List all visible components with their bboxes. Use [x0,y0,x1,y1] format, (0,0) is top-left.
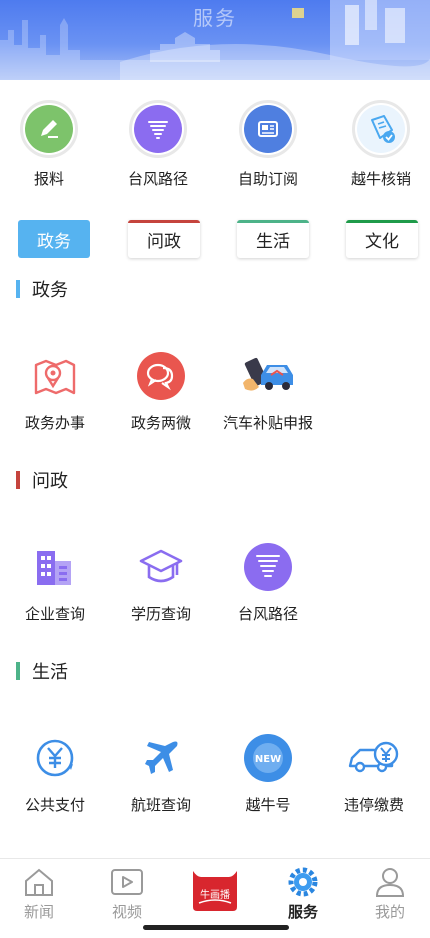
newspaper-icon [258,121,278,137]
user-icon [375,868,405,897]
grid-item-typhoon[interactable]: 台风路径 [213,539,323,624]
nav-item-mine[interactable]: 我的 [347,865,430,922]
grid-item-flight[interactable]: 航班查询 [106,730,216,815]
tab-culture[interactable]: 文化 [346,220,418,258]
grid-item-education[interactable]: 学历查询 [106,539,216,624]
typhoon-icon [244,543,292,591]
section-title-gov: 政务 [16,279,68,301]
grid-item-yueniu-account[interactable]: NEW 越牛号 [213,730,323,815]
building-icon [37,551,71,585]
tab-life[interactable]: 生活 [237,220,309,258]
quick-item-subscribe[interactable]: 自助订阅 [213,100,323,189]
grid-item-gov-social[interactable]: 政务两微 [106,348,216,433]
car-yuan-icon [348,741,399,773]
grid-item-car-subsidy[interactable]: 汽车补贴申报 [213,348,323,433]
grid-item-gov-affairs[interactable]: 政务办事 [0,348,110,433]
nav-item-video[interactable]: 视频 [84,865,170,922]
quick-features: 报料 台风路径 自助订阅 越牛核销 [0,100,430,200]
ticket-check-icon [371,115,395,143]
video-icon [111,869,143,895]
graduation-cap-icon [139,549,183,583]
grid-item-enterprise[interactable]: 企业查询 [0,539,110,624]
new-badge-icon: NEW [244,734,292,782]
tab-gov[interactable]: 政务 [18,220,90,258]
yuan-payment-icon [36,739,74,777]
gear-icon [288,867,318,897]
quick-item-label: 自助订阅 [237,170,298,188]
quick-item-label: 报料 [33,170,64,188]
home-indicator [143,925,289,930]
grid-item-parking-fine[interactable]: 违停缴费 [319,730,429,815]
nav-item-brand[interactable]: 牛画播 [172,867,258,913]
quick-item-verify[interactable]: 越牛核销 [326,100,430,189]
section-title-ask: 问政 [16,470,68,492]
home-icon [25,868,53,896]
header-banner: 服务 [0,0,430,80]
brand-logo-text: 牛画播 [200,890,230,901]
quick-item-typhoon[interactable]: 台风路径 [103,100,213,189]
category-tabs: 政务 问政 生活 文化 [0,220,430,260]
chat-bubbles-icon [137,352,185,400]
tab-ask[interactable]: 问政 [128,220,200,258]
pen-icon [41,120,58,138]
grid-item-public-pay[interactable]: 公共支付 [0,730,110,815]
airplane-icon [145,741,178,774]
svg-text:NEW: NEW [255,754,281,765]
page-title: 服务 [193,6,237,30]
map-pin-icon [34,359,76,395]
car-phone-icon [243,357,293,391]
quick-item-label: 越牛核销 [350,170,411,188]
nav-item-service[interactable]: 服务 [260,865,346,922]
typhoon-icon [148,121,168,139]
quick-item-report[interactable]: 报料 [0,100,104,189]
nav-item-news[interactable]: 新闻 [0,865,82,922]
quick-item-label: 台风路径 [127,170,188,188]
section-title-life: 生活 [16,661,68,683]
